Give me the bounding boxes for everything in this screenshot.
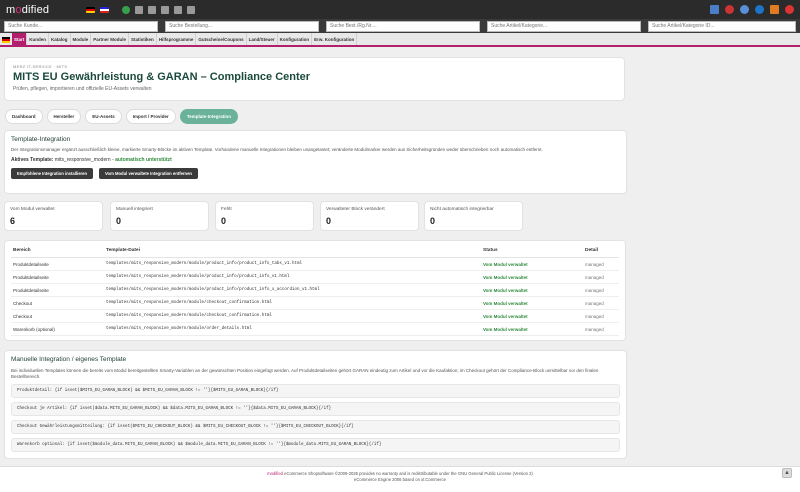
menu-kunden[interactable]: Kunden: [27, 33, 50, 45]
col-status: Status: [481, 246, 583, 258]
german-flag-icon[interactable]: [86, 6, 95, 13]
stat-missing: Fehlt 0: [215, 201, 314, 231]
menu-statistiken[interactable]: Statistiken: [129, 33, 157, 45]
integration-table-card: Bereich Template-Datei Status Detail Pro…: [4, 240, 626, 341]
integration-description: Der Integrationsmanager ergänzt ausschli…: [11, 147, 543, 152]
stat-modified: Verwalteter Block verändert 0: [320, 201, 419, 231]
tools-icon[interactable]: [148, 5, 156, 14]
page-subtitle: Prüfen, pflegen, importieren und offizie…: [13, 86, 152, 92]
active-template-line: Aktives Template: mits_responsive_modern…: [11, 157, 172, 163]
tab-dashboard[interactable]: Dashboard: [5, 109, 43, 124]
col-detail: Detail: [583, 246, 619, 258]
integration-table: Bereich Template-Datei Status Detail Pro…: [11, 246, 619, 336]
tab-eu-assets[interactable]: EU-Assets: [85, 109, 122, 124]
menu-katalog[interactable]: Katalog: [49, 33, 71, 45]
table-row: Produktdetailseite templates/mits_respons…: [11, 257, 619, 271]
code-snippet-product[interactable]: Produktdetail: {if isset($MITS_EU_GARAN_…: [11, 384, 620, 398]
col-template-datei: Template-Datei: [104, 246, 481, 258]
table-row: Warenkorb (optional) templates/mits_respo…: [11, 322, 619, 336]
manual-section-title: Manuelle Integration / eigenes Template: [11, 356, 127, 363]
menu-erw-konfiguration[interactable]: Erw. Konfiguration: [312, 33, 358, 45]
section-title: Template-Integration: [11, 136, 71, 143]
customer-search-input[interactable]: [4, 20, 158, 32]
tab-template-integration[interactable]: Template-Integration: [179, 109, 238, 124]
users-icon[interactable]: [135, 5, 143, 14]
table-row: Produktdetailseite templates/mits_respons…: [11, 270, 619, 284]
stat-manual: Manuell integriert 0: [110, 201, 209, 231]
supported-label: automatisch unterstützt: [115, 157, 172, 163]
tab-hersteller[interactable]: Hersteller: [46, 109, 82, 124]
notification-badge-icon[interactable]: [725, 5, 734, 14]
menu-partner-module[interactable]: Partner Module: [91, 33, 130, 45]
manual-description: Bei individuellen Templates können die b…: [11, 368, 599, 379]
list-icon[interactable]: [174, 5, 182, 14]
globe-icon[interactable]: [122, 5, 130, 14]
modified-logo[interactable]: modified: [6, 4, 86, 16]
module-tabs: Dashboard Hersteller EU-Assets Import / …: [5, 109, 238, 124]
table-row: Checkout templates/mits_responsive_modern…: [11, 296, 619, 310]
code-snippet-cart[interactable]: Warenkorb optional: {if isset($module_da…: [11, 438, 620, 452]
install-integration-button[interactable]: Empfohlene Integration installieren: [11, 168, 94, 179]
language-flag-icon[interactable]: [2, 37, 10, 43]
invoice-search-input[interactable]: [326, 20, 480, 32]
rss-icon[interactable]: [770, 5, 779, 14]
header-eyebrow: MERZ IT-SERVICE · MITS: [13, 64, 68, 69]
template-integration-card: Template-Integration Der Integrationsman…: [4, 130, 627, 194]
remove-integration-button[interactable]: Vom Modul verwaltete Integration entfern…: [99, 168, 198, 179]
logout-icon[interactable]: [785, 5, 794, 14]
info-icon[interactable]: [755, 5, 764, 14]
stat-not-integrable: Nicht automatisch integrierbar 0: [424, 201, 523, 231]
table-row: Produktdetailseite templates/mits_respons…: [11, 283, 619, 297]
document-icon[interactable]: [161, 5, 169, 14]
footer: modified eCommerce Shopsoftware ©2009-20…: [0, 466, 800, 492]
manual-integration-card: Manuelle Integration / eigenes Template …: [4, 350, 627, 459]
col-bereich: Bereich: [11, 246, 104, 258]
table-row: Checkout templates/mits_responsive_modern…: [11, 309, 619, 323]
tab-import-provider[interactable]: Import / Provider: [125, 109, 176, 124]
image-icon[interactable]: [187, 5, 195, 14]
stat-managed: Vom Modul verwaltet 6: [4, 201, 103, 231]
order-search-input[interactable]: [165, 20, 319, 32]
footer-brand[interactable]: modified: [267, 471, 283, 476]
product-search-input[interactable]: [487, 20, 641, 32]
english-flag-icon[interactable]: [100, 6, 109, 13]
menu-land-steuer[interactable]: Land/Steuer: [247, 33, 278, 45]
code-snippet-checkout-notice[interactable]: Checkout Gewährleistungsmitteilung: {if …: [11, 420, 620, 434]
page-title: MITS EU Gewährleistung & GARAN – Complia…: [13, 71, 311, 83]
help-icon[interactable]: [740, 5, 749, 14]
menu-konfiguration[interactable]: Konfiguration: [278, 33, 313, 45]
notes-icon[interactable]: [710, 5, 719, 14]
menu-hilfsprogramme[interactable]: Hilfsprogramme: [157, 33, 197, 45]
scroll-top-button[interactable]: ▲: [782, 468, 792, 478]
code-snippet-checkout-item[interactable]: Checkout je Artikel: {if isset($data.MIT…: [11, 402, 620, 416]
menu-start[interactable]: Start: [12, 33, 28, 45]
product-id-search-input[interactable]: [648, 20, 796, 32]
menu-module[interactable]: Module: [71, 33, 92, 45]
main-menu: Start Kunden Katalog Module Partner Modu…: [0, 33, 800, 47]
page-header: MERZ IT-SERVICE · MITS MITS EU Gewährlei…: [4, 57, 625, 101]
menu-gutscheine[interactable]: Gutscheine/Coupons: [196, 33, 247, 45]
top-bar: modified: [0, 0, 800, 19]
search-row: [0, 19, 800, 33]
